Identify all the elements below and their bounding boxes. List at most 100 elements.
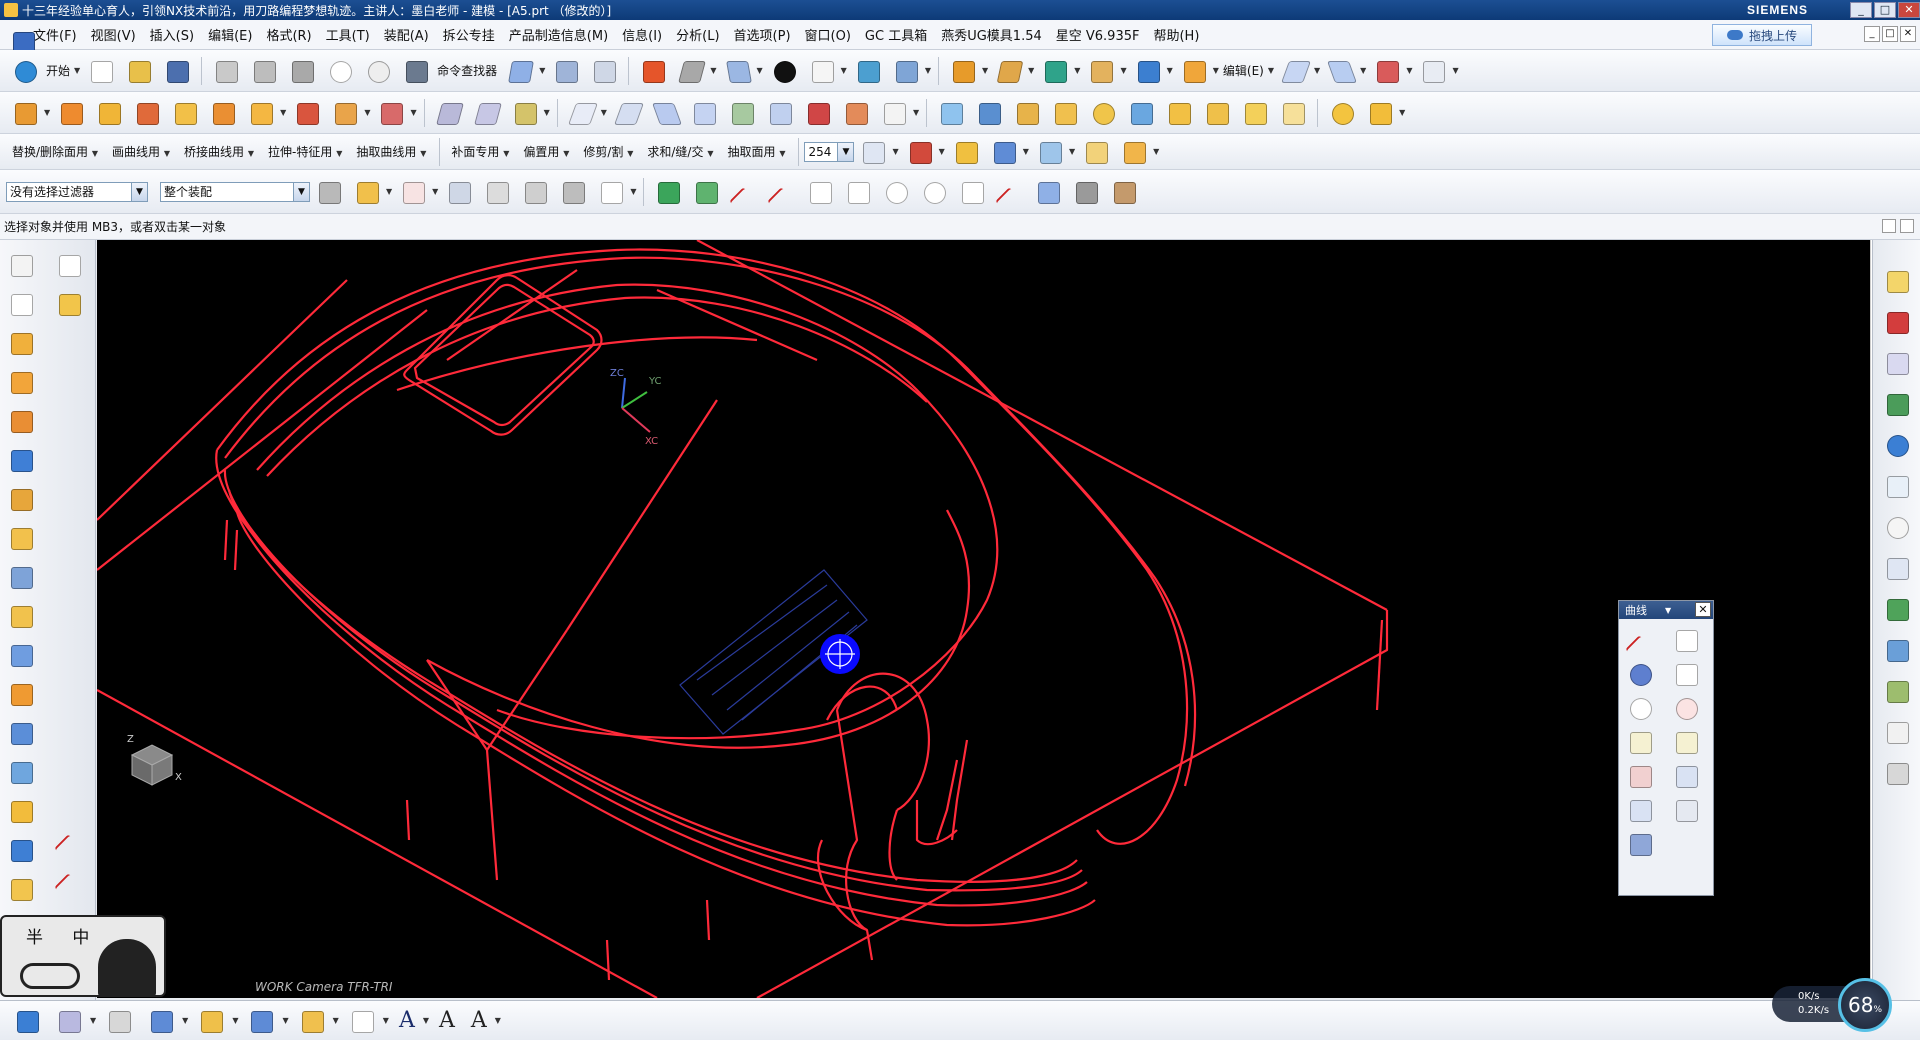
save-icon[interactable] [162, 56, 192, 86]
intersect-icon[interactable] [6, 874, 36, 904]
intersect-curve-icon[interactable] [1671, 761, 1701, 791]
menu-window[interactable]: 窗口(O) [805, 25, 851, 44]
menu-yanxiu-mold[interactable]: 燕秀UG模具1.54 [941, 25, 1042, 44]
cut-icon[interactable] [211, 56, 241, 86]
select-point-icon[interactable] [520, 177, 550, 207]
mold-base-icon[interactable] [1012, 98, 1042, 128]
menu-xingkong[interactable]: 星空 V6.935F [1056, 25, 1140, 44]
menu-gc-toolkit[interactable]: GC 工具箱 [865, 25, 927, 44]
chevron-down-icon[interactable]: ▼ [432, 187, 438, 196]
snap-intersection-icon[interactable] [805, 177, 835, 207]
menu-preferences[interactable]: 首选项(P) [734, 25, 791, 44]
close-button[interactable]: ✕ [1898, 2, 1920, 18]
chevron-down-icon[interactable]: ▼ [544, 108, 550, 117]
surface-tool-icon-7[interactable] [689, 98, 719, 128]
chevron-down-icon[interactable]: ▼ [1665, 606, 1671, 615]
composite-curve-icon[interactable] [1625, 829, 1655, 859]
chevron-down-icon[interactable]: ▼ [1069, 147, 1075, 156]
chevron-down-icon[interactable]: ▼ [601, 108, 607, 117]
surface-tool-icon-1[interactable] [434, 98, 464, 128]
feature-icon-7[interactable] [246, 98, 276, 128]
pmi-note-icon[interactable] [146, 1006, 176, 1036]
draft-icon[interactable] [6, 640, 36, 670]
chevron-down-icon[interactable]: ▼ [131, 182, 147, 201]
chevron-down-icon[interactable]: ▼ [423, 1016, 429, 1025]
layer-settings-icon[interactable] [858, 137, 888, 167]
menu-tools[interactable]: 工具(T) [326, 25, 370, 44]
pmi-surface-finish-icon[interactable] [246, 1006, 276, 1036]
chevron-down-icon[interactable]: ▼ [1268, 66, 1274, 75]
chevron-down-icon[interactable]: ▼ [630, 187, 636, 196]
select-face-icon[interactable] [558, 177, 588, 207]
unite-icon[interactable] [6, 796, 36, 826]
roles-icon[interactable] [1882, 676, 1912, 706]
feature-icon-9[interactable] [330, 98, 360, 128]
offset-face-icon[interactable] [6, 523, 36, 553]
chevron-down-icon[interactable]: ▼ [837, 142, 854, 161]
angle-icon[interactable] [1119, 137, 1149, 167]
chevron-down-icon[interactable]: ▼ [90, 1016, 96, 1025]
electrode-icon[interactable] [1240, 98, 1270, 128]
feature-icon-1[interactable] [10, 98, 40, 128]
chevron-down-icon[interactable]: ▼ [710, 66, 716, 75]
chevron-down-icon[interactable]: ▼ [913, 108, 919, 117]
minimize-button[interactable]: _ [1850, 2, 1872, 18]
edit-section-icon[interactable] [891, 56, 921, 86]
cooling-icon[interactable] [1327, 98, 1357, 128]
background-color-icon[interactable] [807, 56, 837, 86]
analysis-icon[interactable] [951, 137, 981, 167]
chevron-down-icon[interactable]: ▼ [757, 66, 763, 75]
orient-view-icon[interactable] [723, 56, 753, 86]
edge-blend-icon[interactable] [6, 679, 36, 709]
general-select-icon[interactable] [314, 177, 344, 207]
slider-icon[interactable] [1126, 98, 1156, 128]
surface-tool-icon-11[interactable] [841, 98, 871, 128]
selection-scope-select[interactable]: 整个装配 ▼ [160, 181, 310, 202]
toolbar3-unite-sew[interactable]: 求和/缝/交 ▼ [647, 143, 715, 160]
bom-icon[interactable] [1278, 98, 1308, 128]
snap-midpoint-icon[interactable] [691, 177, 721, 207]
menu-analysis[interactable]: 分析(L) [676, 25, 719, 44]
feature-icon-6[interactable] [208, 98, 238, 128]
chevron-down-icon[interactable]: ▼ [1028, 66, 1034, 75]
chamfer-icon[interactable] [6, 718, 36, 748]
gate-icon[interactable] [1088, 98, 1118, 128]
arc-tool-icon[interactable] [54, 863, 84, 893]
toolbar3-draw-curve[interactable]: 画曲线用 ▼ [112, 143, 172, 160]
grid-snap-icon[interactable] [936, 98, 966, 128]
toolbar3-replace-delete-face[interactable]: 替换/删除面用 ▼ [12, 143, 100, 160]
snap-point-on-curve-icon[interactable] [995, 177, 1025, 207]
extract-curve-icon[interactable] [1671, 795, 1701, 825]
surface-tool-icon-10[interactable] [803, 98, 833, 128]
new-file-icon[interactable] [86, 56, 116, 86]
cube-view-icon[interactable] [505, 56, 535, 86]
chevron-down-icon[interactable]: ▼ [1360, 66, 1366, 75]
menu-edit[interactable]: 编辑(E) [208, 25, 252, 44]
doc-restore-button[interactable]: □ [1882, 26, 1898, 42]
menu-assembly[interactable]: 装配(A) [384, 25, 429, 44]
pmi-datum-icon[interactable] [196, 1006, 226, 1036]
chevron-down-icon[interactable]: ▼ [182, 1016, 188, 1025]
trim-body-icon[interactable] [6, 757, 36, 787]
face-icon[interactable] [1326, 56, 1356, 86]
body-selection-icon[interactable] [1071, 177, 1101, 207]
snap-control-point-icon[interactable] [767, 177, 797, 207]
surface-tool-icon-9[interactable] [765, 98, 795, 128]
layer-select[interactable]: 254 ▼ [804, 141, 855, 162]
open-folder-icon[interactable] [124, 56, 154, 86]
spline-curve-icon[interactable] [1671, 693, 1701, 723]
toolbar3-extract-face[interactable]: 抽取面用 ▼ [727, 143, 787, 160]
component-icon[interactable] [1086, 56, 1116, 86]
menu-information[interactable]: 信息(I) [622, 25, 662, 44]
chevron-down-icon[interactable]: ▼ [1213, 66, 1219, 75]
pmi-dimension-icon[interactable] [104, 1006, 134, 1036]
chevron-down-icon[interactable]: ▼ [982, 66, 988, 75]
chevron-down-icon[interactable]: ▼ [1120, 66, 1126, 75]
hole-icon[interactable] [6, 406, 36, 436]
redo-icon[interactable] [363, 56, 393, 86]
snap-point-on-face-icon[interactable] [1033, 177, 1063, 207]
doc-minimize-button[interactable]: _ [1864, 26, 1880, 42]
surface-tool-icon-5[interactable] [613, 98, 643, 128]
graphics-window[interactable]: ZC YC XC Z X WORK Camera TFR-TRI [97, 240, 1870, 998]
book-icon[interactable] [6, 562, 36, 592]
